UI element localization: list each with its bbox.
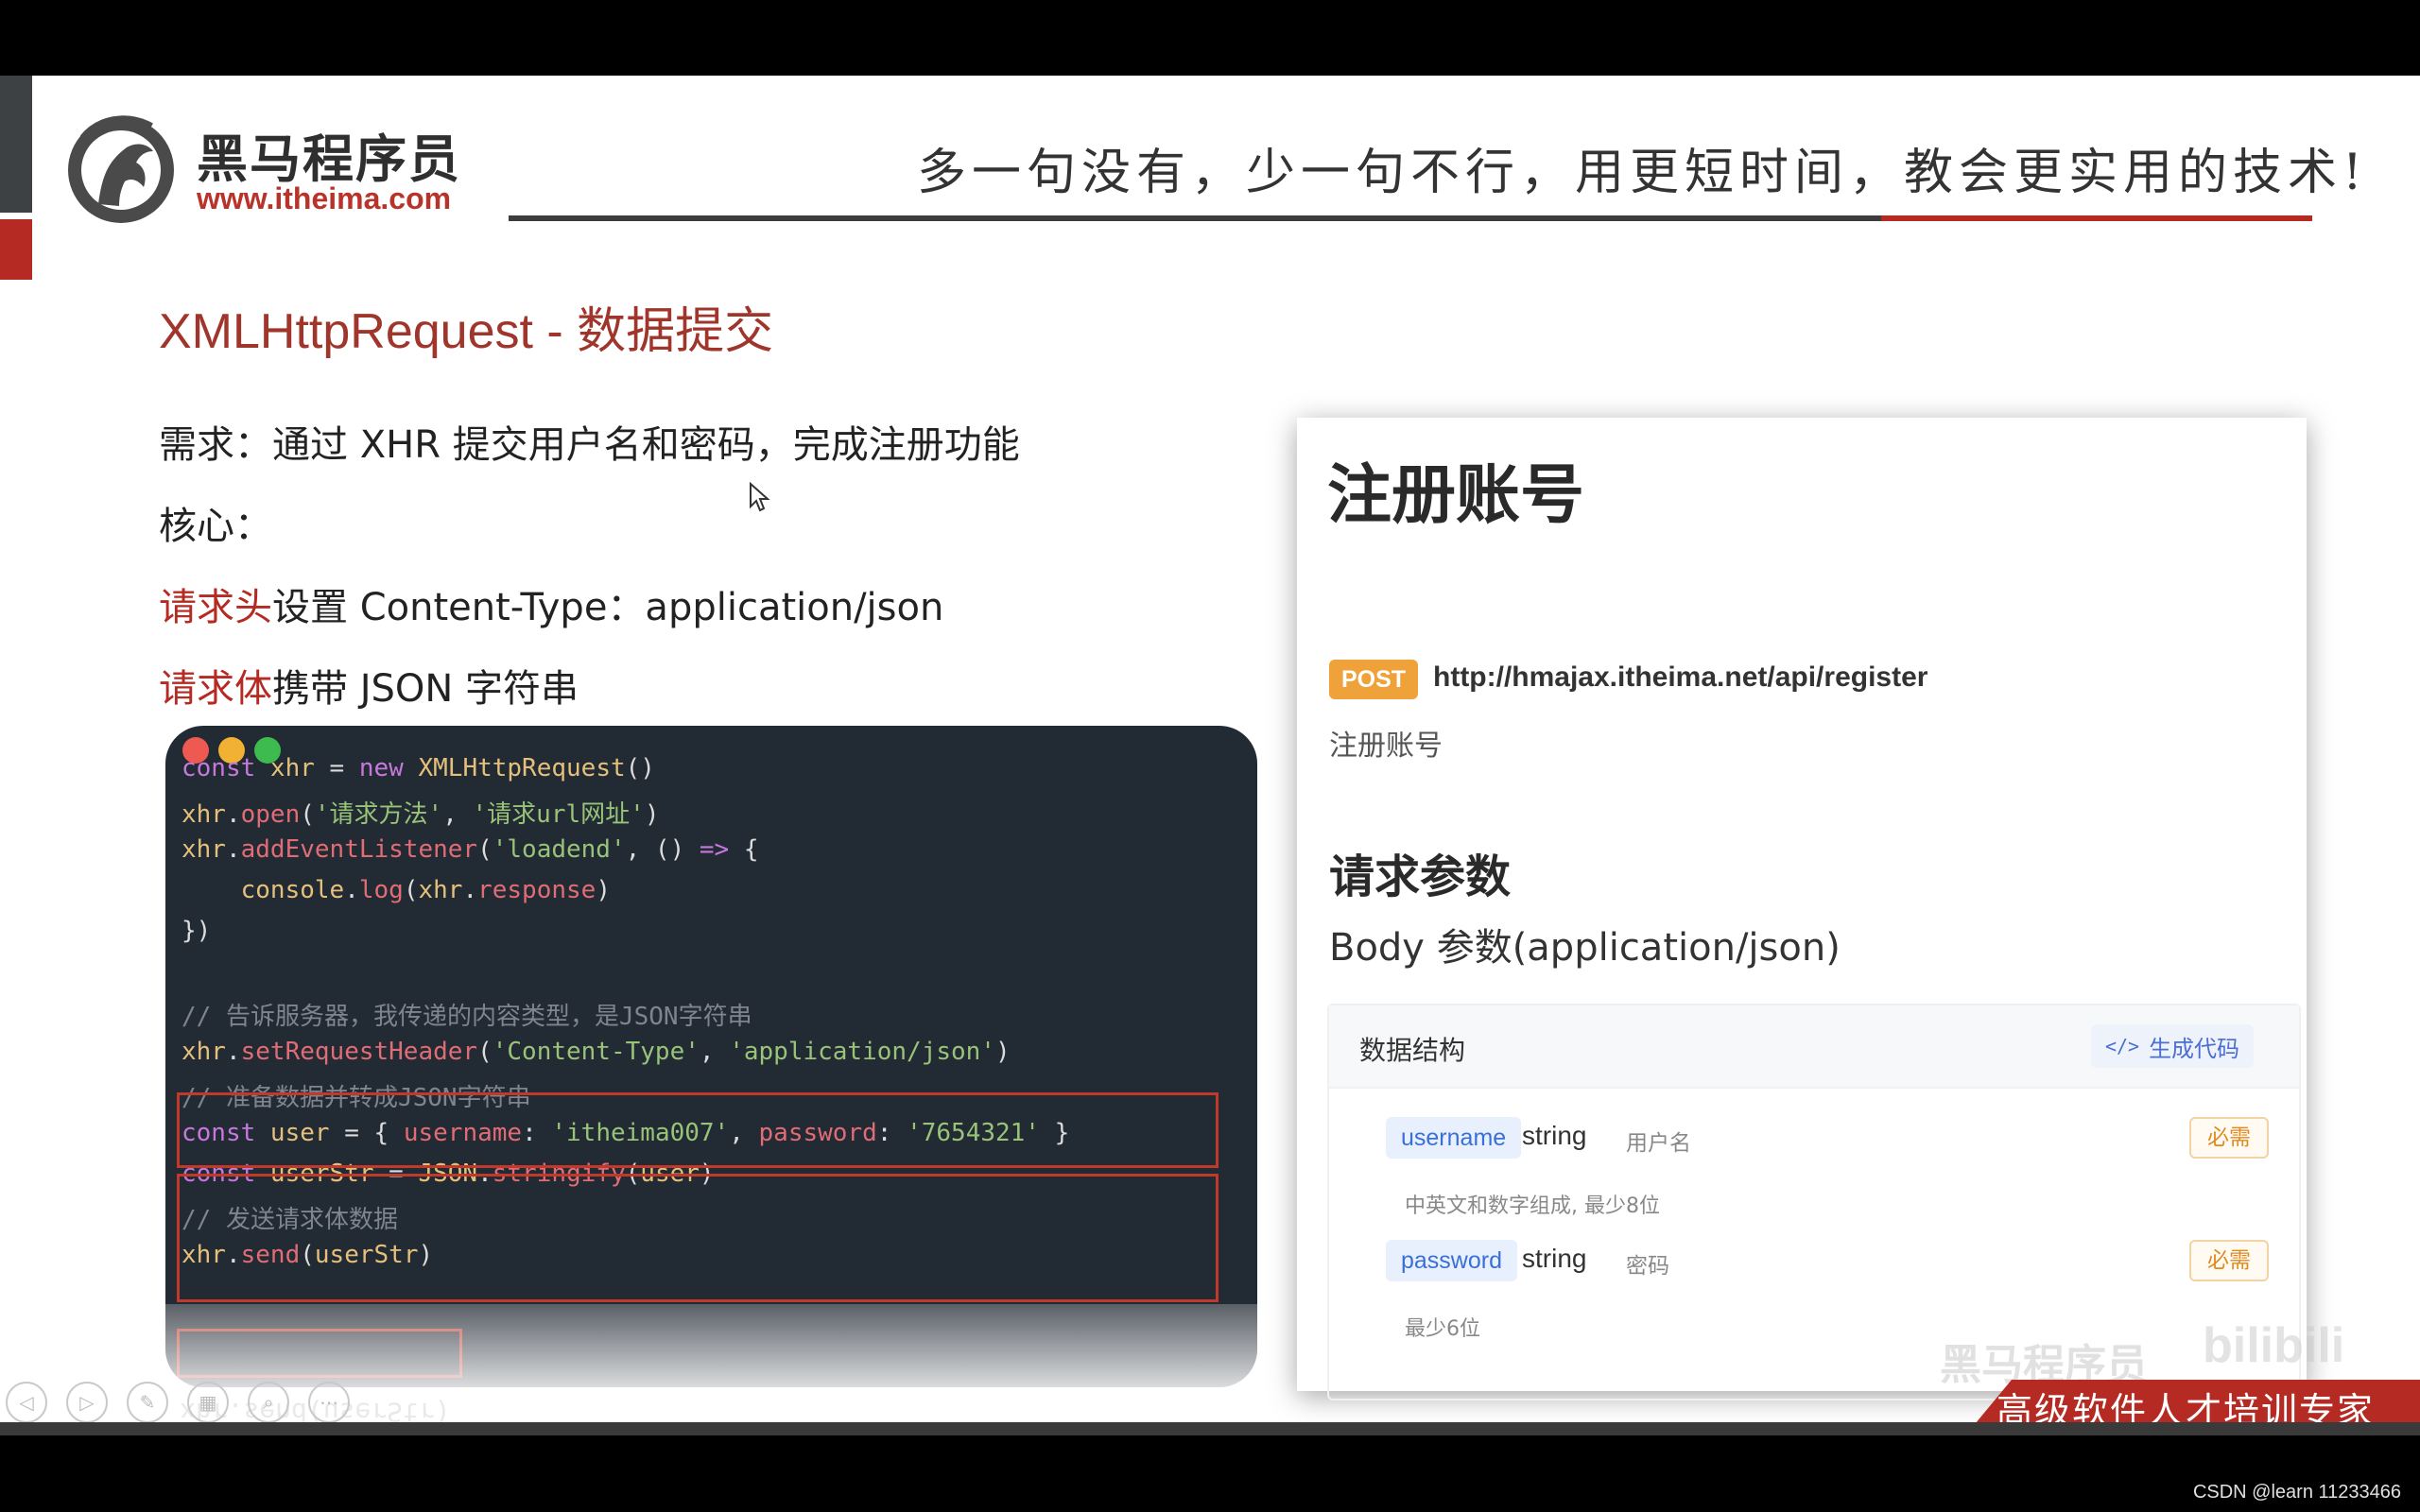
- pen-icon[interactable]: ✎: [127, 1382, 168, 1422]
- body-bullet-text: 携带 JSON 字符串: [272, 667, 579, 711]
- header-divider-accent: [1881, 215, 2312, 221]
- footer-banner-text: 高级软件人才培训专家: [1996, 1390, 2376, 1422]
- api-url[interactable]: http://hmajax.itheima.net/api/register: [1433, 662, 1927, 694]
- data-structure-header: 数据结构 </> 生成代码: [1329, 1005, 2299, 1089]
- slogan: 多一句没有，少一句不行，用更短时间，教会更实用的技术!: [917, 145, 2368, 201]
- presentation-nav: ◁ ▷ ✎ ▦ ⌕ ⋯: [6, 1382, 350, 1422]
- body-params-label: Body 参数(application/json): [1329, 926, 1841, 970]
- field-password-required-badge: 必需: [2189, 1240, 2269, 1281]
- horse-logo-icon: [68, 115, 174, 223]
- header-bullet-text: 设置 Content-Type：application/json: [272, 586, 944, 629]
- field-password-desc: 最少6位: [1405, 1317, 1480, 1341]
- api-title: 注册账号: [1327, 458, 1585, 533]
- field-password-label: 密码: [1626, 1254, 1669, 1279]
- requirement-text: 需求：通过 XHR 提交用户名和密码，完成注册功能: [159, 423, 1020, 467]
- code-line-5: }): [182, 917, 212, 945]
- field-username-required-badge: 必需: [2189, 1117, 2269, 1159]
- code-line-3: xhr.addEventListener('loadend', () => {: [182, 835, 759, 864]
- field-username-name: username: [1386, 1117, 1522, 1159]
- api-subtitle: 注册账号: [1329, 730, 1443, 763]
- logo-url: www.itheima.com: [197, 181, 452, 215]
- header-bullet-emphasis: 请求头: [159, 586, 272, 629]
- method-badge: POST: [1329, 660, 1418, 699]
- field-username-desc: 中英文和数字组成, 最少8位: [1405, 1194, 1660, 1218]
- body-bullet-emphasis: 请求体: [159, 667, 272, 711]
- code-icon: </>: [2104, 1035, 2140, 1057]
- csdn-watermark: CSDN @learn 11233466: [2192, 1482, 2401, 1503]
- left-tab-gray: [0, 76, 32, 213]
- data-structure-label: 数据结构: [1359, 1035, 1466, 1066]
- body-bullet: 请求体携带 JSON 字符串: [159, 658, 579, 713]
- data-structure-panel: 数据结构 </> 生成代码 username string 用户名 中英文和数字…: [1327, 1004, 2301, 1400]
- header-bullet: 请求头设置 Content-Type：application/json: [159, 576, 943, 631]
- code-line-1: const xhr = new XMLHttpRequest(): [182, 754, 655, 782]
- generate-code-label: 生成代码: [2149, 1035, 2240, 1062]
- zoom-icon[interactable]: ⌕: [248, 1382, 289, 1422]
- code-comment-1: // 告诉服务器，我传递的内容类型，是JSON字符串: [182, 1003, 752, 1031]
- top-black-bar: [0, 0, 2420, 76]
- progress-strip: [0, 1422, 2420, 1435]
- field-password-name: password: [1386, 1240, 1517, 1281]
- field-username-type: string: [1522, 1121, 1587, 1150]
- code-line-set-header: xhr.setRequestHeader('Content-Type', 'ap…: [182, 1038, 1011, 1066]
- code-line-2: xhr.open('请求方法', '请求url网址'): [182, 800, 660, 829]
- mouse-cursor-icon: [750, 482, 770, 512]
- slide-title: XMLHttpRequest - 数据提交: [159, 304, 774, 359]
- bottom-black-bar: [0, 1422, 2420, 1512]
- more-icon[interactable]: ⋯: [308, 1382, 350, 1422]
- logo: 黑马程序员 www.itheima.com: [60, 110, 476, 232]
- params-heading: 请求参数: [1329, 850, 1512, 903]
- code-line-4: console.log(xhr.response): [182, 876, 611, 904]
- field-username-label: 用户名: [1626, 1131, 1691, 1156]
- next-slide-icon[interactable]: ▷: [66, 1382, 108, 1422]
- core-label: 核心：: [159, 505, 272, 548]
- generate-code-button[interactable]: </> 生成代码: [2091, 1024, 2254, 1068]
- highlight-data-box: [177, 1174, 1219, 1302]
- highlight-set-header-box: [177, 1092, 1219, 1168]
- code-card: const xhr = new XMLHttpRequest() xhr.ope…: [165, 726, 1257, 1387]
- api-doc-card: 注册账号 POST http://hmajax.itheima.net/api/…: [1297, 418, 2307, 1400]
- slides-grid-icon[interactable]: ▦: [187, 1382, 229, 1422]
- bilibili-watermark: bilibili: [2203, 1318, 2345, 1373]
- left-tab-red: [0, 219, 32, 280]
- slide: 黑马程序员 www.itheima.com 多一句没有，少一句不行，用更短时间，…: [0, 76, 2420, 1422]
- prev-slide-icon[interactable]: ◁: [6, 1382, 47, 1422]
- field-password-type: string: [1522, 1244, 1587, 1273]
